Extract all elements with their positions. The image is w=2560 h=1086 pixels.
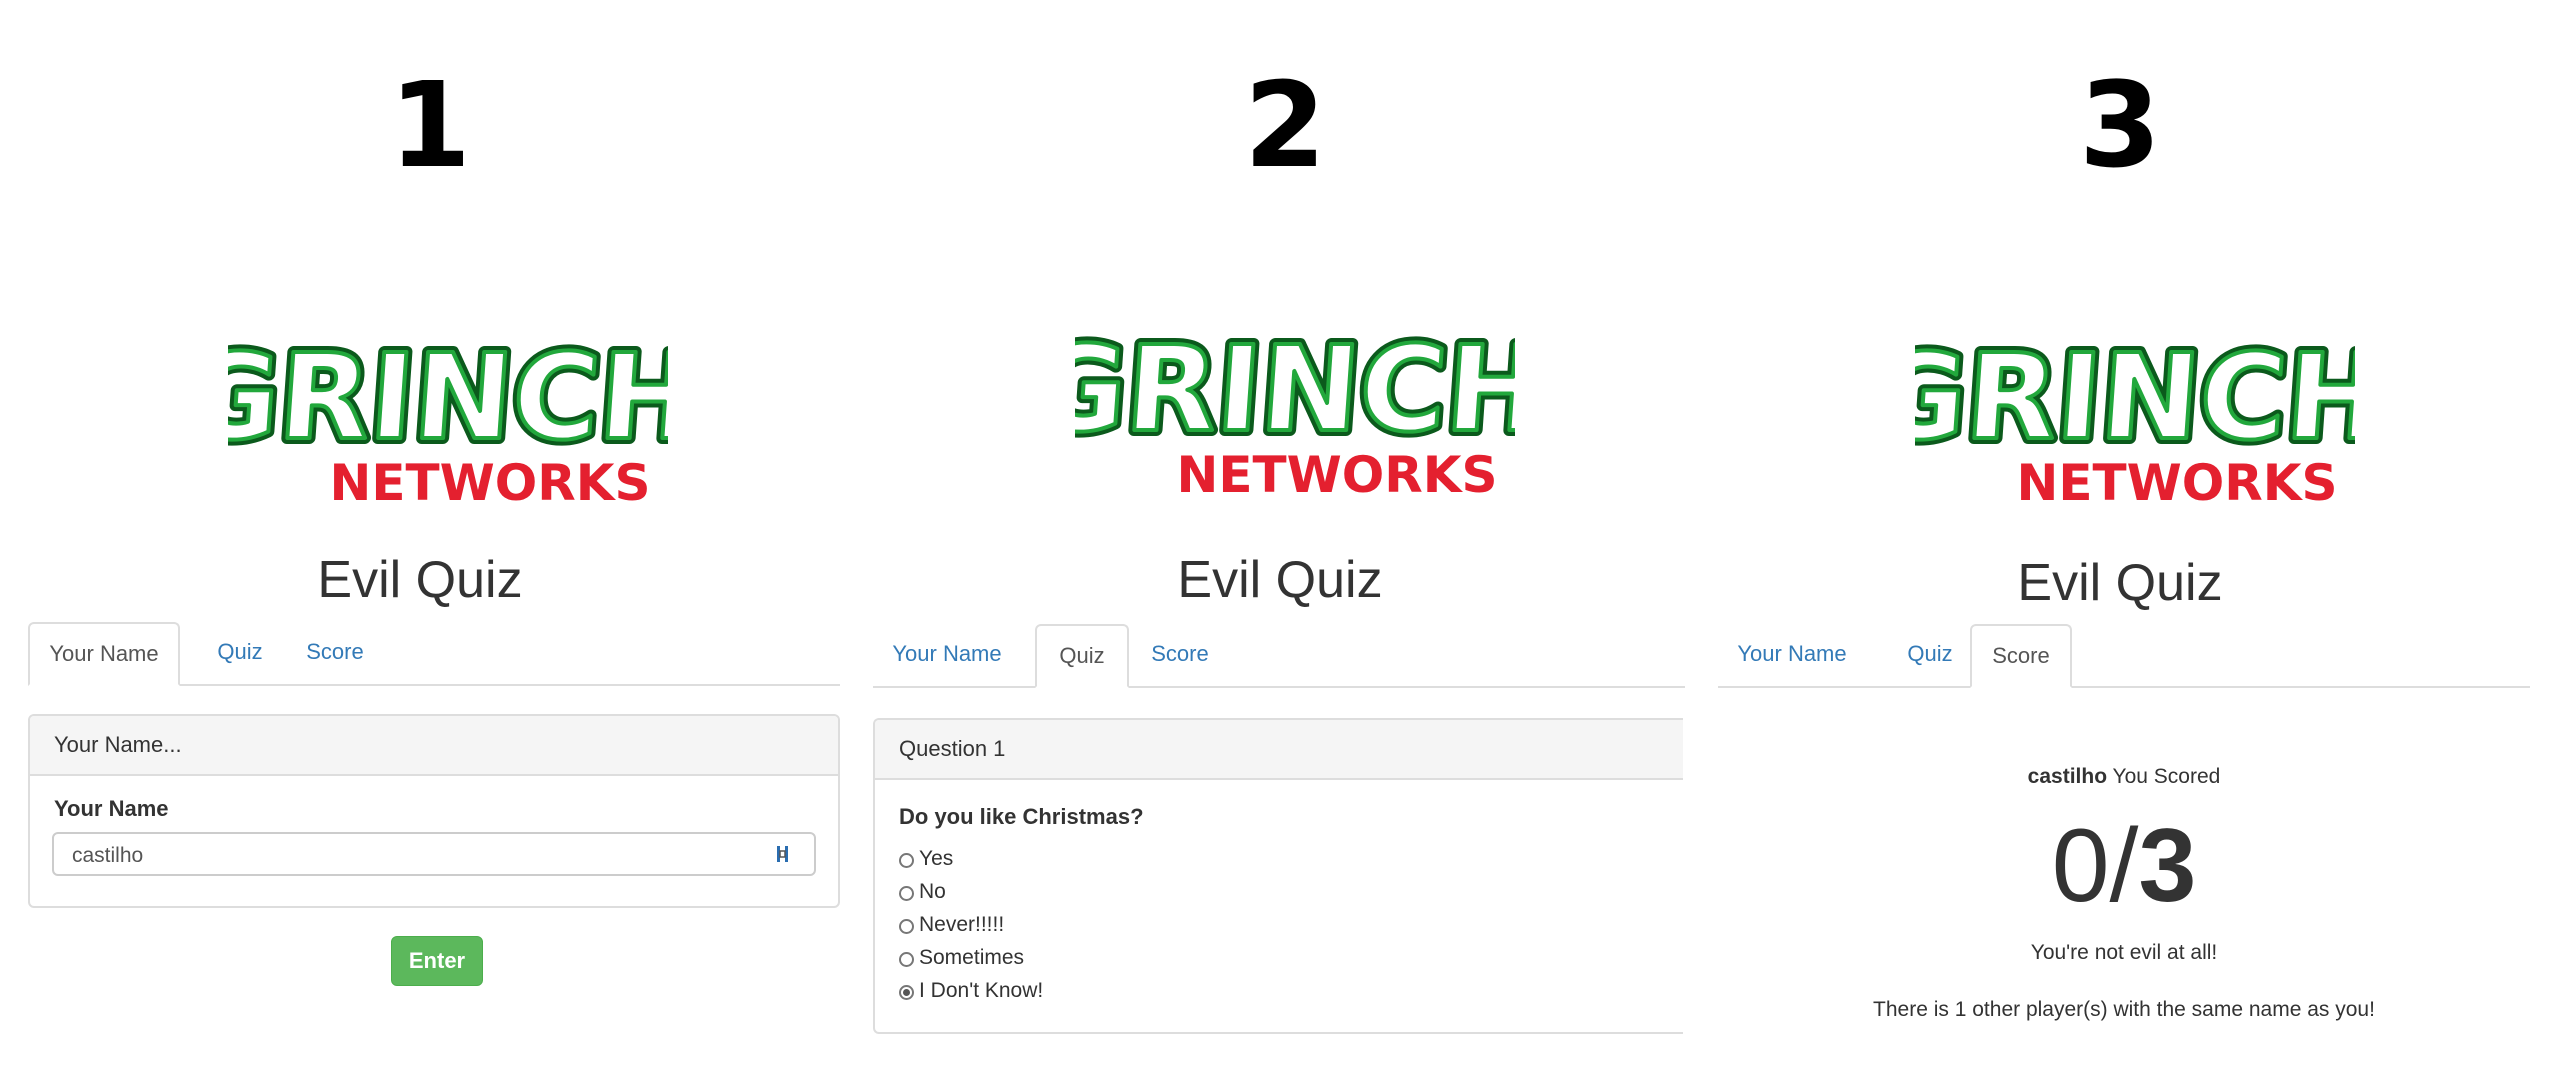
same-name-note: There is 1 other player(s) with the same… xyxy=(1873,998,2375,1021)
logo-text-top-inner: GRINCH xyxy=(228,328,668,466)
option-yes[interactable]: Yes xyxy=(899,844,953,874)
logo-text-top-inner: GRINCH xyxy=(1915,328,2355,466)
radio-button[interactable] xyxy=(899,952,914,967)
grinch-networks-logo: GRINCH GRINCH NETWORKS xyxy=(1915,288,2355,518)
radio-button[interactable] xyxy=(899,919,914,934)
option-label: I Don't Know! xyxy=(919,979,1044,1002)
tab-your-name[interactable]: Your Name xyxy=(873,624,1021,684)
page-title: Evil Quiz xyxy=(1177,551,1383,609)
logo-text-bottom: NETWORKS xyxy=(1176,446,1497,504)
logo-graphic: GRINCH GRINCH NETWORKS xyxy=(228,322,668,512)
tab-quiz[interactable]: Quiz xyxy=(1890,624,1970,684)
tab-quiz[interactable]: Quiz xyxy=(200,622,280,682)
step-number: 2 xyxy=(1243,56,1327,194)
tab-score[interactable]: Score xyxy=(290,622,380,682)
score-value: 0 xyxy=(2051,808,2110,924)
option-dont-know[interactable]: I Don't Know! xyxy=(899,976,1043,1006)
player-name: castilho xyxy=(2027,765,2108,788)
name-card: Your Name... Your Name castilho xyxy=(28,714,840,908)
tab-quiz[interactable]: Quiz xyxy=(1035,624,1129,688)
logo-text-bottom: NETWORKS xyxy=(329,454,650,512)
score-total: 3 xyxy=(2138,808,2197,924)
logo-graphic: GRINCH GRINCH NETWORKS xyxy=(1075,314,1515,504)
password-manager-icon[interactable] xyxy=(774,842,792,866)
radio-button-selected[interactable] xyxy=(899,985,914,1000)
radio-button[interactable] xyxy=(899,853,914,868)
option-sometimes[interactable]: Sometimes xyxy=(899,943,1024,973)
step-number: 1 xyxy=(388,56,472,194)
player-score-caption: castilho You Scored xyxy=(1718,762,2530,792)
step-1-panel: 1 GRINCH GRINCH NETWORKS Evil Quiz Your … xyxy=(20,0,860,1086)
page-title: Evil Quiz xyxy=(2017,554,2223,612)
logo-text-top-inner: GRINCH xyxy=(1075,320,1515,458)
name-input-value: castilho xyxy=(72,844,144,867)
option-label: Never!!!!! xyxy=(919,913,1005,936)
scored-label: You Scored xyxy=(2112,765,2221,788)
step-number: 3 xyxy=(2078,56,2162,194)
logo-graphic: GRINCH GRINCH NETWORKS xyxy=(1915,322,2355,512)
tab-score[interactable]: Score xyxy=(1135,624,1225,684)
enter-button[interactable]: Enter xyxy=(391,936,483,986)
radio-button[interactable] xyxy=(899,886,914,901)
logo-text-bottom: NETWORKS xyxy=(2016,454,2337,512)
tab-bar: Your Name Quiz Score xyxy=(873,624,1685,688)
card-header: Question 1 xyxy=(875,720,1683,780)
page-title: Evil Quiz xyxy=(317,551,523,609)
tab-score[interactable]: Score xyxy=(1970,624,2072,688)
field-label: Your Name xyxy=(54,796,169,821)
grinch-networks-logo: GRINCH GRINCH NETWORKS xyxy=(1075,280,1515,510)
option-never[interactable]: Never!!!!! xyxy=(899,910,1004,940)
step-2-panel: 2 GRINCH GRINCH NETWORKS Evil Quiz Your … xyxy=(865,0,1705,1086)
option-label: Yes xyxy=(919,847,954,870)
name-input[interactable]: castilho xyxy=(52,832,816,876)
option-label: No xyxy=(919,880,946,903)
grinch-networks-logo: GRINCH GRINCH NETWORKS xyxy=(228,288,668,518)
verdict-text: You're not evil at all! xyxy=(2030,941,2218,964)
option-no[interactable]: No xyxy=(899,877,946,907)
question-text: Do you like Christmas? xyxy=(899,804,1144,829)
question-card: Question 1 Do you like Christmas? Yes No… xyxy=(873,718,1683,1034)
tab-your-name[interactable]: Your Name xyxy=(1718,624,1866,684)
tab-your-name[interactable]: Your Name xyxy=(28,622,180,686)
tab-bar: Your Name Quiz Score xyxy=(1718,624,2530,688)
option-label: Sometimes xyxy=(919,946,1025,969)
step-3-panel: 3 GRINCH GRINCH NETWORKS Evil Quiz Your … xyxy=(1710,0,2550,1086)
score-separator: / xyxy=(2109,808,2139,924)
tab-bar: Your Name Quiz Score xyxy=(28,622,840,686)
score-display: 0/3 xyxy=(1718,806,2530,926)
card-header: Your Name... xyxy=(30,716,838,776)
